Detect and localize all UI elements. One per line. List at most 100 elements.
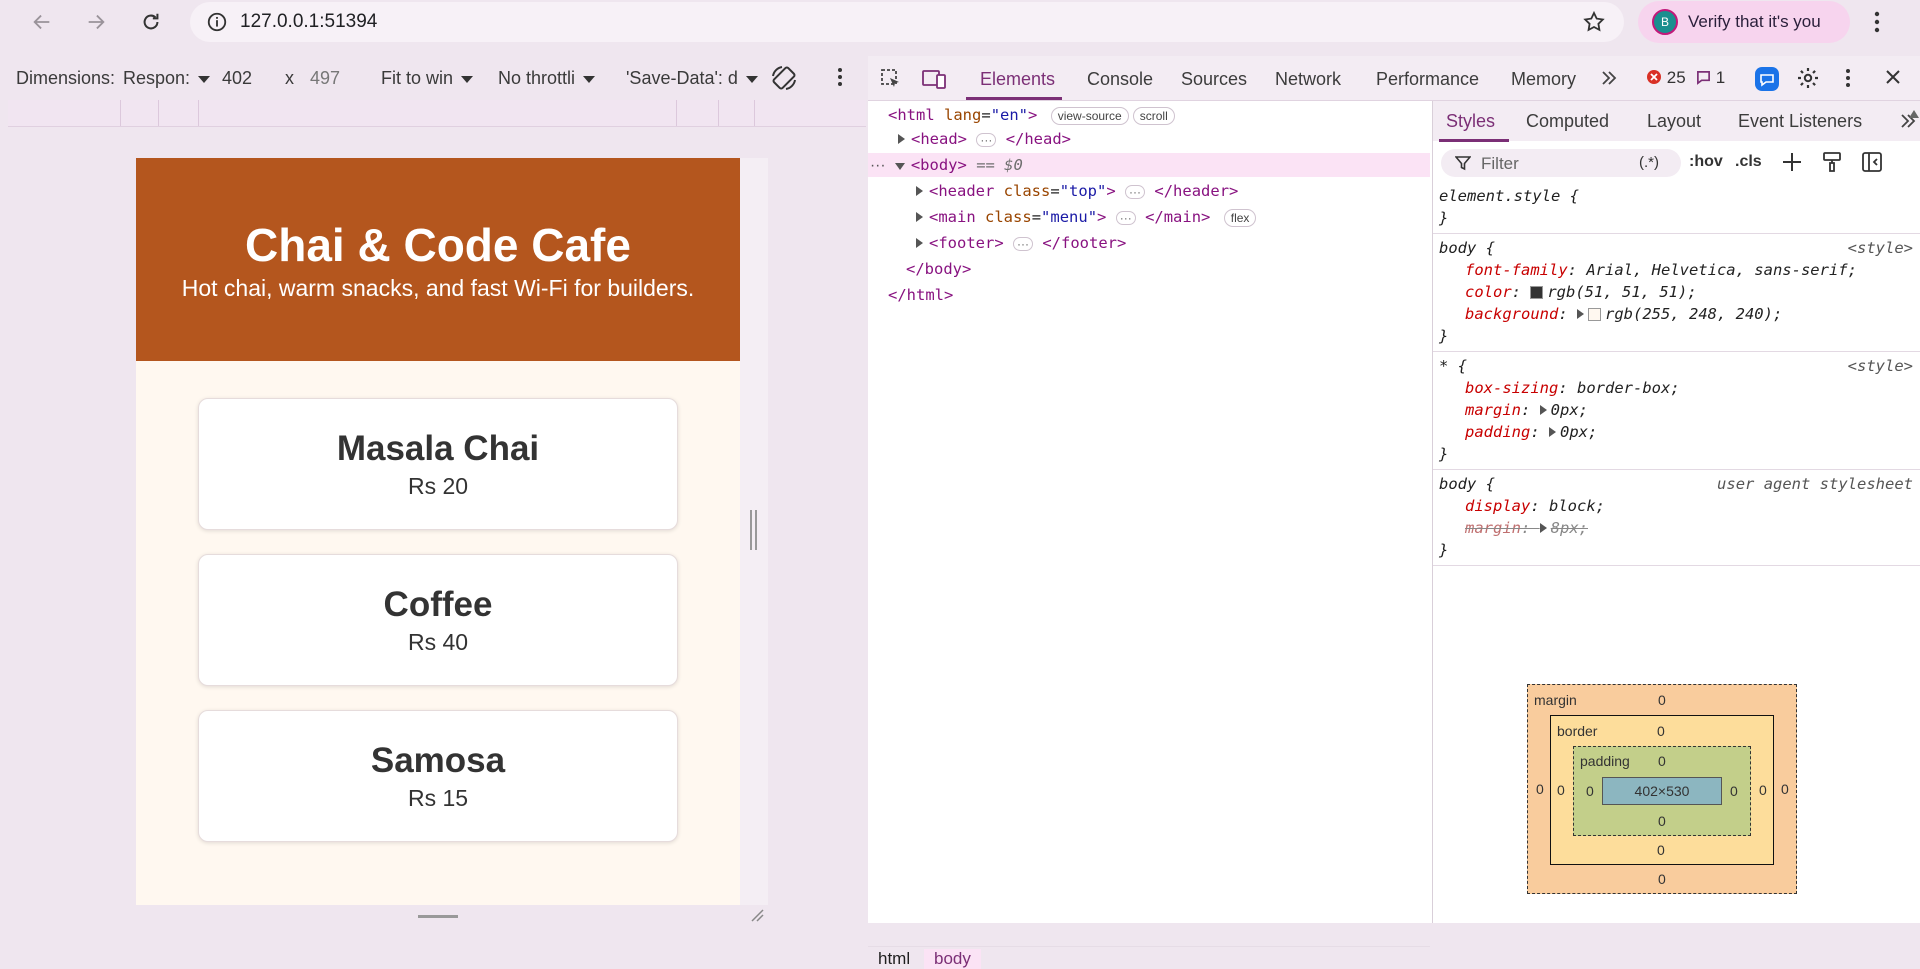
media-query-ruler[interactable]	[8, 100, 866, 127]
message-icon	[1697, 71, 1710, 85]
viewport-resize-handle[interactable]	[750, 510, 757, 550]
dom-node-main[interactable]: <main class="menu"> ··· </main> flex	[916, 205, 1257, 229]
rule-source-link[interactable]: <style>	[1848, 237, 1913, 259]
error-badge[interactable]: 25	[1646, 68, 1686, 88]
rule-source-link[interactable]: <style>	[1848, 355, 1913, 377]
box-model-border[interactable]: border 0 0 0 0 padding 0 0 0 0 402×530	[1550, 715, 1774, 865]
back-button[interactable]	[28, 8, 56, 36]
view-source-badge[interactable]: view-source	[1050, 106, 1129, 125]
expand-arrow-icon[interactable]	[1549, 427, 1556, 437]
class-toggle[interactable]: .cls	[1735, 153, 1762, 171]
dom-node-html-close[interactable]: </html>	[888, 283, 953, 307]
dom-node-footer[interactable]: <footer> ··· </footer>	[916, 231, 1126, 255]
width-input[interactable]: 402	[222, 68, 252, 89]
tab-memory[interactable]: Memory	[1511, 69, 1576, 90]
expand-arrow-icon[interactable]	[916, 238, 923, 248]
expand-arrow-icon[interactable]	[1577, 309, 1584, 319]
dom-node-body[interactable]: ··· <body> == $0	[870, 153, 1023, 177]
height-input[interactable]: 497	[310, 68, 340, 89]
color-swatch[interactable]	[1588, 308, 1601, 321]
expand-arrow-icon[interactable]	[916, 212, 923, 222]
rotate-icon[interactable]	[770, 64, 798, 97]
device-toggle-icon[interactable]	[922, 68, 948, 95]
ellipsis-icon[interactable]: ···	[1013, 236, 1033, 251]
throttling-select[interactable]: No throttli	[498, 68, 596, 89]
expand-arrow-icon[interactable]	[916, 186, 923, 196]
css-declaration[interactable]: display: block;	[1465, 495, 1605, 517]
box-model-padding[interactable]: padding 0 0 0 0 402×530	[1573, 746, 1751, 836]
toggle-sidebar-icon[interactable]	[1861, 151, 1883, 178]
address-bar[interactable]: 127.0.0.1:51394	[190, 2, 1624, 42]
site-info-icon[interactable]	[204, 9, 230, 35]
css-declaration[interactable]: color: rgb(51, 51, 51);	[1465, 281, 1697, 303]
tab-performance[interactable]: Performance	[1376, 69, 1479, 90]
tab-sources[interactable]: Sources	[1181, 69, 1247, 90]
tab-network[interactable]: Network	[1275, 69, 1341, 90]
scroll-up-arrow-icon[interactable]	[1909, 105, 1919, 123]
breadcrumb-html[interactable]: html	[868, 949, 920, 969]
inspect-element-icon[interactable]	[880, 68, 902, 95]
box-model-content[interactable]: 402×530	[1602, 777, 1722, 805]
tab-layout[interactable]: Layout	[1647, 111, 1701, 132]
ellipsis-icon[interactable]: ···	[976, 132, 997, 147]
ai-assistant-icon[interactable]	[1754, 66, 1780, 97]
collapse-arrow-icon[interactable]	[894, 163, 905, 170]
css-declaration[interactable]: padding: 0px;	[1465, 421, 1597, 443]
scroll-badge[interactable]: scroll	[1132, 106, 1175, 125]
flex-badge[interactable]: flex	[1223, 208, 1257, 227]
rule-selector[interactable]: element.style {	[1439, 185, 1579, 207]
verify-label: Verify that it's you	[1688, 12, 1821, 31]
tab-elements[interactable]: Elements	[980, 69, 1055, 90]
viewport-bottom-handle[interactable]	[418, 915, 458, 918]
node-actions-icon[interactable]: ···	[870, 157, 886, 174]
expand-arrow-icon[interactable]	[1539, 405, 1547, 415]
rule-selector[interactable]: body {	[1439, 237, 1495, 259]
close-devtools-icon[interactable]	[1884, 68, 1902, 91]
more-tabs-icon[interactable]	[1600, 69, 1618, 92]
tab-console[interactable]: Console	[1087, 69, 1153, 90]
ellipsis-icon[interactable]: ···	[1125, 184, 1146, 199]
save-data-select[interactable]: 'Save-Data': d	[626, 68, 758, 89]
zoom-select[interactable]: Fit to win	[381, 68, 474, 89]
breadcrumb-body[interactable]: body	[924, 949, 981, 969]
box-model-margin[interactable]: margin 0 0 0 0 border 0 0 0 0 padding 0 …	[1527, 684, 1797, 894]
devtools-more-icon[interactable]	[1844, 67, 1852, 94]
new-rule-icon[interactable]	[1781, 151, 1803, 178]
rule-selector[interactable]: body {	[1439, 473, 1495, 495]
color-swatch[interactable]	[1530, 286, 1544, 299]
css-declaration[interactable]: margin: 0px;	[1465, 399, 1588, 421]
device-select[interactable]: Respon:	[123, 68, 211, 89]
device-toolbar-more-icon[interactable]	[836, 66, 844, 93]
css-declaration[interactable]: background: rgb(255, 248, 240);	[1465, 303, 1782, 325]
browser-menu-icon[interactable]	[1872, 10, 1882, 39]
rule-selector[interactable]: * {	[1439, 355, 1467, 377]
paint-brush-icon[interactable]	[1821, 151, 1843, 178]
regex-toggle[interactable]: (.*)	[1639, 154, 1659, 171]
message-badge[interactable]: 1	[1696, 68, 1725, 88]
resize-corner-icon[interactable]	[750, 908, 764, 927]
dom-node-html[interactable]: <html lang="en"> view-source scroll	[888, 103, 1175, 127]
expand-arrow-icon[interactable]	[898, 134, 905, 144]
dom-node-header[interactable]: <header class="top"> ··· </header>	[916, 179, 1238, 203]
url-text[interactable]: 127.0.0.1:51394	[240, 11, 377, 33]
tab-styles[interactable]: Styles	[1446, 111, 1495, 132]
reload-button[interactable]	[137, 8, 165, 36]
tab-event-listeners[interactable]: Event Listeners	[1738, 111, 1862, 132]
bookmark-star-icon[interactable]	[1582, 10, 1606, 39]
filter-input[interactable]: Filter (.*)	[1441, 149, 1681, 177]
verify-identity-button[interactable]: B Verify that it's you	[1638, 1, 1850, 43]
box-model-diagram: margin 0 0 0 0 border 0 0 0 0 padding 0 …	[1527, 684, 1797, 894]
dom-node-head[interactable]: <head> ··· </head>	[898, 127, 1071, 151]
hover-state-toggle[interactable]: :hov	[1689, 153, 1723, 171]
tab-computed[interactable]: Computed	[1526, 111, 1609, 132]
css-declaration[interactable]: font-family: Arial, Helvetica, sans-seri…	[1465, 259, 1857, 281]
css-declaration-overridden[interactable]: margin: 8px;	[1465, 517, 1588, 539]
menu-item-price: Rs 40	[407, 629, 469, 655]
css-declaration[interactable]: box-sizing: border-box;	[1465, 377, 1680, 399]
arrow-right-icon	[88, 14, 105, 30]
settings-gear-icon[interactable]	[1796, 66, 1820, 95]
dom-node-body-close[interactable]: </body>	[906, 257, 971, 281]
ellipsis-icon[interactable]: ···	[1115, 210, 1136, 225]
rule-close: }	[1439, 541, 1449, 559]
forward-button[interactable]	[82, 8, 110, 36]
